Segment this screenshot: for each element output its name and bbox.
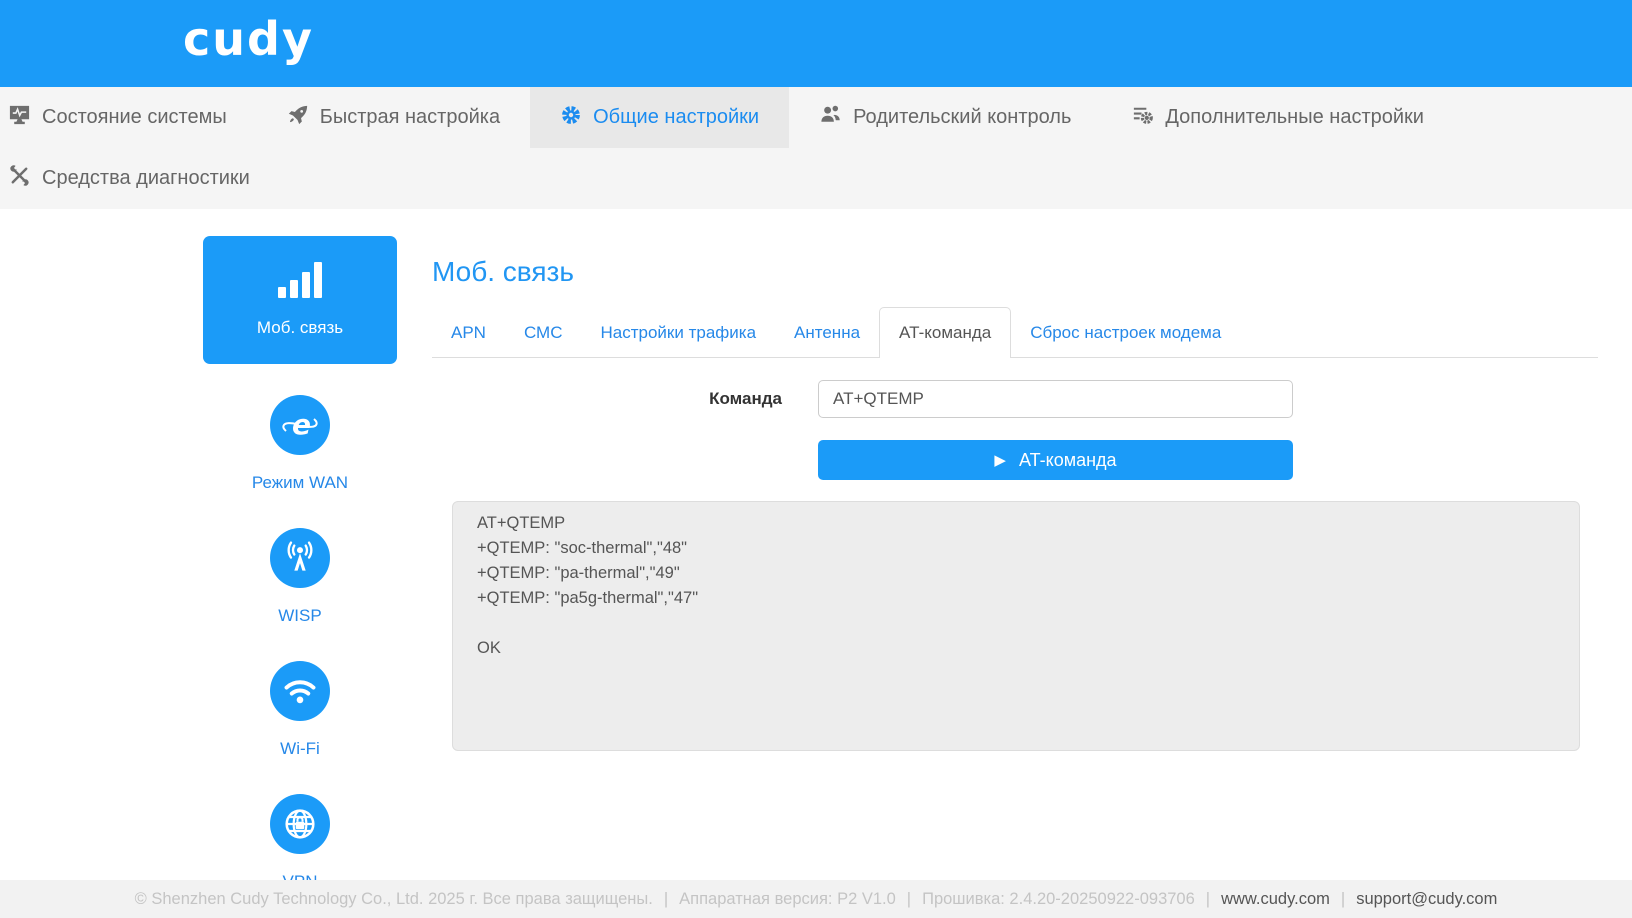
main-navigation: Состояние системы Быстрая настройка Общи… bbox=[0, 87, 1632, 209]
sidebar-item-label: Моб. связь bbox=[256, 318, 344, 337]
footer-separator: | bbox=[906, 889, 912, 908]
command-form-row: Команда bbox=[432, 380, 1598, 418]
footer-copyright: © Shenzhen Cudy Technology Co., Ltd. 202… bbox=[134, 889, 653, 908]
system-status-icon bbox=[8, 103, 31, 132]
tab-antenna[interactable]: Антенна bbox=[775, 308, 879, 357]
nav-item-label: Общие настройки bbox=[593, 106, 760, 128]
footer-separator: | bbox=[1340, 889, 1346, 908]
parental-control-icon bbox=[819, 103, 842, 132]
tab-modem-reset[interactable]: Сброс настроек модема bbox=[1011, 308, 1240, 357]
nav-row-secondary: Средства диагностики bbox=[0, 148, 1632, 209]
page-title: Моб. связь bbox=[432, 256, 574, 287]
tab-bar: APN СМС Настройки трафика Антенна AT-ком… bbox=[432, 307, 1598, 358]
nav-item-advanced-settings[interactable]: Дополнительные настройки bbox=[1101, 87, 1454, 148]
antenna-icon bbox=[270, 528, 330, 588]
nav-item-label: Средства диагностики bbox=[42, 167, 250, 189]
command-input[interactable] bbox=[818, 380, 1293, 418]
sidebar-item-label: Режим WAN bbox=[251, 473, 349, 492]
cudy-logo: cudy bbox=[183, 12, 314, 66]
globe-lock-icon bbox=[270, 794, 330, 854]
sidebar-item-label: WISP bbox=[278, 606, 322, 625]
tab-traffic-settings[interactable]: Настройки трафика bbox=[582, 308, 776, 357]
sidebar-item-wan-mode[interactable]: e Режим WAN bbox=[203, 395, 397, 493]
rocket-icon bbox=[287, 104, 309, 132]
nav-item-general-settings[interactable]: Общие настройки bbox=[530, 87, 790, 148]
run-at-command-button[interactable]: ▶ AT-команда bbox=[818, 440, 1293, 480]
tab-at-command[interactable]: AT-команда bbox=[879, 307, 1012, 358]
sidebar-item-wifi[interactable]: Wi-Fi bbox=[203, 661, 397, 759]
advanced-settings-icon bbox=[1131, 103, 1154, 132]
nav-item-parental-control[interactable]: Родительский контроль bbox=[789, 87, 1101, 148]
internet-e-icon: e bbox=[270, 395, 330, 455]
nav-item-system-status[interactable]: Состояние системы bbox=[0, 87, 257, 148]
footer-website-link[interactable]: www.cudy.com bbox=[1221, 890, 1330, 909]
tools-icon bbox=[8, 164, 31, 193]
sidebar-item-mobile-active[interactable]: Моб. связь bbox=[203, 236, 397, 364]
nav-item-label: Дополнительные настройки bbox=[1165, 106, 1424, 128]
run-button-label: AT-команда bbox=[1018, 449, 1117, 470]
sidebar-item-label: Wi-Fi bbox=[280, 739, 320, 758]
footer-separator: | bbox=[1205, 889, 1211, 908]
nav-item-label: Родительский контроль bbox=[853, 106, 1072, 128]
footer: © Shenzhen Cudy Technology Co., Ltd. 202… bbox=[0, 880, 1632, 918]
nav-row-primary: Состояние системы Быстрая настройка Общи… bbox=[0, 87, 1632, 148]
footer-firmware-version: Прошивка: 2.4.20-20250922-093706 bbox=[922, 889, 1195, 908]
main-content: Моб. связь APN СМС Настройки трафика Ант… bbox=[432, 209, 1598, 751]
gear-icon bbox=[560, 104, 582, 132]
play-icon: ▶ bbox=[994, 451, 1006, 469]
sidebar-item-vpn[interactable]: VPN bbox=[203, 794, 397, 892]
sidebar-item-wisp[interactable]: WISP bbox=[203, 528, 397, 626]
wifi-icon bbox=[270, 661, 330, 721]
footer-email-link[interactable]: support@cudy.com bbox=[1356, 890, 1497, 909]
tab-sms[interactable]: СМС bbox=[505, 308, 582, 357]
top-bar: cudy bbox=[0, 0, 1632, 87]
tab-apn[interactable]: APN bbox=[432, 308, 505, 357]
footer-hardware-version: Аппаратная версия: P2 V1.0 bbox=[679, 889, 896, 908]
footer-separator: | bbox=[663, 889, 669, 908]
command-label: Команда bbox=[709, 389, 782, 408]
nav-item-label: Состояние системы bbox=[42, 106, 227, 128]
signal-bars-icon bbox=[278, 262, 322, 298]
nav-item-quick-setup[interactable]: Быстрая настройка bbox=[257, 87, 530, 148]
nav-item-diagnostics[interactable]: Средства диагностики bbox=[0, 148, 280, 209]
nav-item-label: Быстрая настройка bbox=[319, 106, 501, 128]
at-command-output[interactable]: AT+QTEMP +QTEMP: "soc-thermal","48" +QTE… bbox=[452, 501, 1580, 751]
